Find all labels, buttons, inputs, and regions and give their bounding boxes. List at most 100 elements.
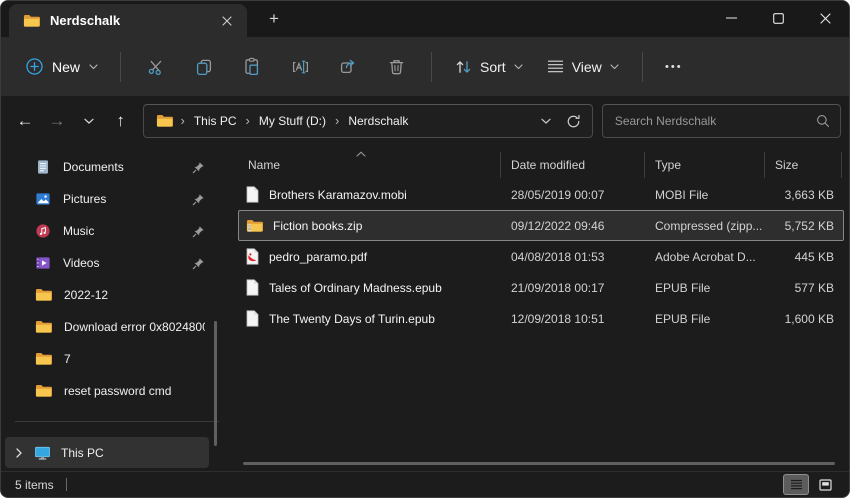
tab-nerdschalk[interactable]: Nerdschalk: [9, 4, 247, 37]
column-headers: Name Date modified Type Size: [238, 151, 844, 179]
large-icons-view-icon: [819, 479, 832, 491]
new-button[interactable]: New: [15, 50, 109, 83]
pin-icon: [192, 193, 205, 206]
sidebar-item-label: reset password cmd: [64, 384, 205, 398]
sidebar-item-pictures[interactable]: Pictures: [5, 183, 213, 215]
sidebar-item-this-pc[interactable]: This PC: [5, 437, 209, 468]
details-view-icon: [790, 479, 803, 490]
minimize-button[interactable]: [708, 1, 755, 35]
address-dropdown-button[interactable]: [532, 107, 560, 135]
paste-icon: [243, 57, 261, 76]
recent-locations-button[interactable]: [73, 105, 105, 137]
refresh-icon: [566, 114, 581, 129]
breadcrumb-this-pc[interactable]: This PC: [187, 110, 244, 132]
file-date-modified: 09/12/2022 09:46: [501, 219, 645, 233]
chevron-down-icon: [514, 64, 523, 70]
close-window-button[interactable]: [802, 1, 849, 35]
search-input[interactable]: [615, 114, 816, 128]
file-row[interactable]: The Twenty Days of Turin.epub 12/09/2018…: [238, 303, 844, 334]
window-controls: [708, 1, 849, 35]
sidebar-item-documents[interactable]: Documents: [5, 151, 213, 183]
maximize-button[interactable]: [755, 1, 802, 35]
copy-icon: [195, 58, 213, 76]
sidebar-item-label: Videos: [63, 256, 180, 270]
folder-icon: [23, 14, 40, 28]
share-icon: [339, 58, 357, 76]
copy-button[interactable]: [180, 47, 228, 87]
folder-icon: [35, 320, 52, 334]
breadcrumb-separator: ›: [244, 113, 252, 130]
column-header-name[interactable]: Name: [238, 156, 500, 174]
file-name: Fiction books.zip: [273, 219, 362, 233]
up-button[interactable]: ↑: [105, 105, 137, 137]
close-icon: [222, 16, 232, 26]
sidebar-scrollbar[interactable]: [214, 321, 217, 446]
this-pc-icon: [34, 445, 51, 461]
sidebar-item-label: Music: [63, 224, 180, 238]
content-area: Documents Pictures: [1, 146, 849, 471]
cut-button[interactable]: [132, 47, 180, 87]
share-button[interactable]: [324, 47, 372, 87]
breadcrumb-separator: ›: [179, 113, 187, 130]
file-type: Adobe Acrobat D...: [645, 250, 765, 264]
file-size: 3,663 KB: [765, 188, 843, 202]
sort-ascending-icon: [356, 151, 366, 157]
details-view-button[interactable]: [784, 475, 808, 494]
sidebar-item-reset-password-cmd[interactable]: reset password cmd: [5, 375, 213, 407]
view-toggles: [784, 475, 837, 494]
pin-icon: [192, 257, 205, 270]
column-header-type[interactable]: Type: [644, 152, 764, 178]
file-date-modified: 28/05/2019 00:07: [501, 188, 645, 202]
refresh-button[interactable]: [560, 107, 588, 135]
forward-button[interactable]: →: [41, 105, 73, 137]
videos-icon: [35, 255, 51, 271]
sidebar-item-music[interactable]: Music: [5, 215, 213, 247]
scissors-icon: [147, 58, 165, 76]
sidebar-item-7[interactable]: 7: [5, 343, 213, 375]
tab-close-button[interactable]: [215, 9, 239, 33]
view-button[interactable]: View: [535, 51, 631, 83]
file-row[interactable]: Brothers Karamazov.mobi 28/05/2019 00:07…: [238, 179, 844, 210]
horizontal-scrollbar[interactable]: [243, 462, 835, 465]
folder-icon: [35, 288, 52, 302]
column-header-date-modified[interactable]: Date modified: [500, 152, 644, 178]
sidebar-item-2022-12[interactable]: 2022-12: [5, 279, 213, 311]
back-button[interactable]: ←: [9, 105, 41, 137]
file-name: pedro_paramo.pdf: [269, 250, 367, 264]
view-button-label: View: [572, 59, 602, 75]
more-options-button[interactable]: •••: [654, 47, 694, 87]
items-count: 5 items: [15, 478, 54, 492]
large-icons-view-button[interactable]: [813, 475, 837, 494]
file-date-modified: 12/09/2018 10:51: [501, 312, 645, 326]
search-icon: [816, 114, 830, 128]
file-icon: [246, 310, 259, 327]
file-size: 577 KB: [765, 281, 843, 295]
delete-button[interactable]: [372, 47, 420, 87]
breadcrumb-nerdschalk[interactable]: Nerdschalk: [341, 110, 415, 132]
file-row[interactable]: Tales of Ordinary Madness.epub 21/09/201…: [238, 272, 844, 303]
sort-button-label: Sort: [480, 59, 506, 75]
new-tab-button[interactable]: +: [259, 4, 289, 34]
file-row-selected[interactable]: Fiction books.zip 09/12/2022 09:46 Compr…: [238, 210, 844, 241]
sort-icon: [455, 59, 472, 75]
search-box: [602, 104, 841, 138]
navigation-pane: Documents Pictures: [1, 146, 233, 471]
file-type: MOBI File: [645, 188, 765, 202]
column-header-size[interactable]: Size: [764, 152, 842, 178]
rename-button[interactable]: [276, 47, 324, 87]
file-date-modified: 21/09/2018 00:17: [501, 281, 645, 295]
sort-button[interactable]: Sort: [443, 51, 535, 83]
sidebar-item-videos[interactable]: Videos: [5, 247, 213, 279]
chevron-right-icon: [15, 448, 24, 458]
file-name: The Twenty Days of Turin.epub: [269, 312, 435, 326]
tab-title: Nerdschalk: [50, 13, 205, 28]
breadcrumb-separator: ›: [333, 113, 341, 130]
folder-icon: [35, 384, 52, 398]
trash-icon: [388, 58, 405, 76]
paste-button[interactable]: [228, 47, 276, 87]
file-list-pane: Name Date modified Type Size Brothers Ka…: [233, 146, 849, 471]
file-row[interactable]: pedro_paramo.pdf 04/08/2018 01:53 Adobe …: [238, 241, 844, 272]
address-bar[interactable]: › This PC › My Stuff (D:) › Nerdschalk: [143, 104, 593, 138]
breadcrumb-my-stuff-d[interactable]: My Stuff (D:): [252, 110, 333, 132]
sidebar-item-download-error[interactable]: Download error 0x80248007: [5, 311, 213, 343]
